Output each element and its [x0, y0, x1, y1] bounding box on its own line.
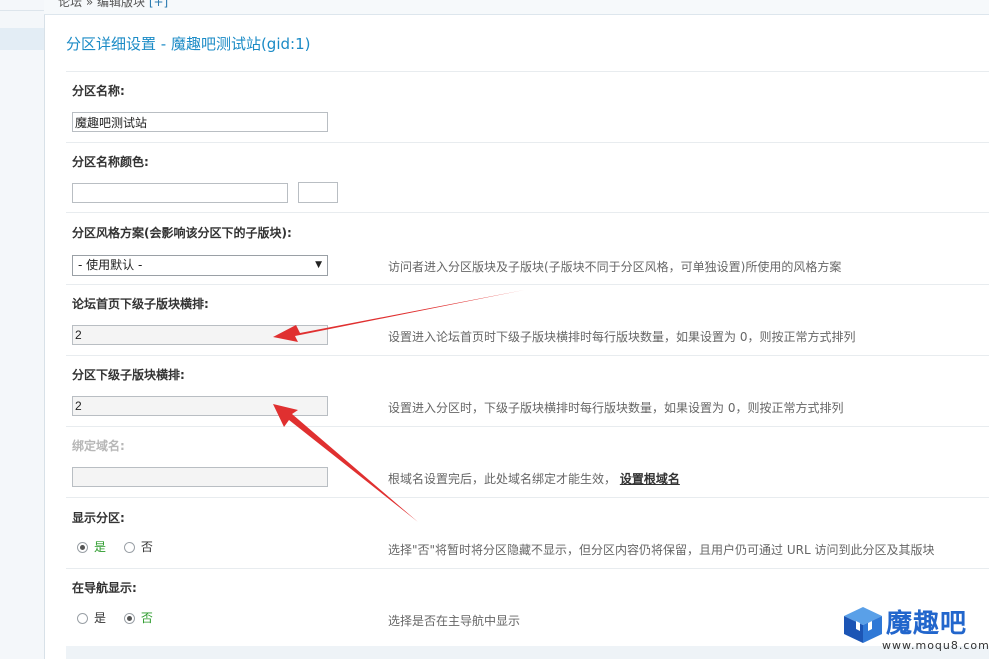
show-no-label[interactable]: 否	[141, 540, 153, 554]
name-label: 分区名称:	[72, 84, 125, 98]
row-divider	[66, 212, 989, 213]
show-radio-group: 是 否	[77, 538, 167, 555]
nav-no-label[interactable]: 否	[141, 611, 153, 625]
sub-columns-label: 分区下级子版块横排:	[72, 368, 185, 382]
style-select-value: - 使用默认 -	[78, 258, 143, 272]
breadcrumb-expand-link[interactable]: [+]	[149, 0, 168, 9]
sub-columns-description: 设置进入分区时，下级子版块横排时每行版块数量，如果设置为 0，则按正常方式排列	[388, 401, 844, 415]
breadcrumb-path: 论坛 » 编辑版块	[58, 0, 145, 9]
domain-description: 根域名设置完后，此处域名绑定才能生效， 设置根域名	[388, 470, 680, 487]
show-yes-label[interactable]: 是	[94, 540, 106, 554]
row-divider	[66, 142, 989, 143]
page-title: 分区详细设置 - 魔趣吧测试站(gid:1)	[66, 35, 311, 53]
domain-input[interactable]	[72, 467, 328, 487]
name-input[interactable]	[72, 112, 328, 132]
show-label: 显示分区:	[72, 511, 125, 525]
left-sidebar	[0, 0, 45, 659]
breadcrumb: 论坛 » 编辑版块 [+]	[44, 0, 989, 15]
site-watermark: 魔趣吧 www.moqu8.com	[842, 603, 989, 655]
style-select[interactable]: - 使用默认 - ▼	[72, 255, 328, 276]
show-yes-radio[interactable]	[77, 542, 88, 553]
row-divider	[66, 426, 989, 427]
nav-radio-group: 是 否	[77, 609, 167, 626]
watermark-url: www.moqu8.com	[882, 639, 989, 652]
sidebar-active-item[interactable]	[0, 28, 44, 50]
index-sub-columns-input[interactable]	[72, 325, 328, 345]
show-no-radio[interactable]	[123, 542, 135, 553]
show-description: 选择"否"将暂时将分区隐藏不显示，但分区内容仍将保留，且用户仍可通过 URL 访…	[388, 543, 935, 557]
row-divider	[66, 568, 989, 569]
style-label: 分区风格方案(会影响该分区下的子版块):	[72, 226, 292, 240]
index-sub-columns-label: 论坛首页下级子版块横排:	[72, 297, 209, 311]
nav-yes-label[interactable]: 是	[94, 611, 106, 625]
dropdown-arrow-icon: ▼	[315, 260, 322, 270]
name-color-input[interactable]	[72, 183, 288, 203]
nav-label: 在导航显示:	[72, 581, 137, 595]
row-divider	[66, 71, 989, 72]
nav-yes-radio[interactable]	[77, 613, 88, 624]
index-sub-columns-description: 设置进入论坛首页时下级子版块横排时每行版块数量，如果设置为 0，则按正常方式排列	[388, 330, 856, 344]
domain-description-text: 根域名设置完后，此处域名绑定才能生效，	[388, 472, 617, 486]
nav-description: 选择是否在主导航中显示	[388, 614, 521, 628]
name-color-label: 分区名称颜色:	[72, 155, 149, 169]
style-description: 访问者进入分区版块及子版块(子版块不同于分区风格，可单独设置)所使用的风格方案	[388, 260, 842, 274]
set-root-domain-link[interactable]: 设置根域名	[620, 472, 680, 486]
annotation-arrow-bottom	[273, 404, 418, 522]
domain-label: 绑定域名:	[72, 439, 125, 453]
watermark-title: 魔趣吧	[886, 609, 968, 639]
nav-no-radio[interactable]	[123, 613, 135, 624]
breadcrumb-text: 论坛 » 编辑版块 [+]	[58, 0, 168, 10]
row-divider	[66, 355, 989, 356]
sidebar-divider	[0, 10, 44, 11]
sub-columns-input[interactable]	[72, 396, 328, 416]
row-divider	[66, 497, 989, 498]
color-picker-button[interactable]	[298, 182, 338, 203]
row-divider	[66, 284, 989, 285]
cube-logo-icon	[844, 607, 882, 643]
